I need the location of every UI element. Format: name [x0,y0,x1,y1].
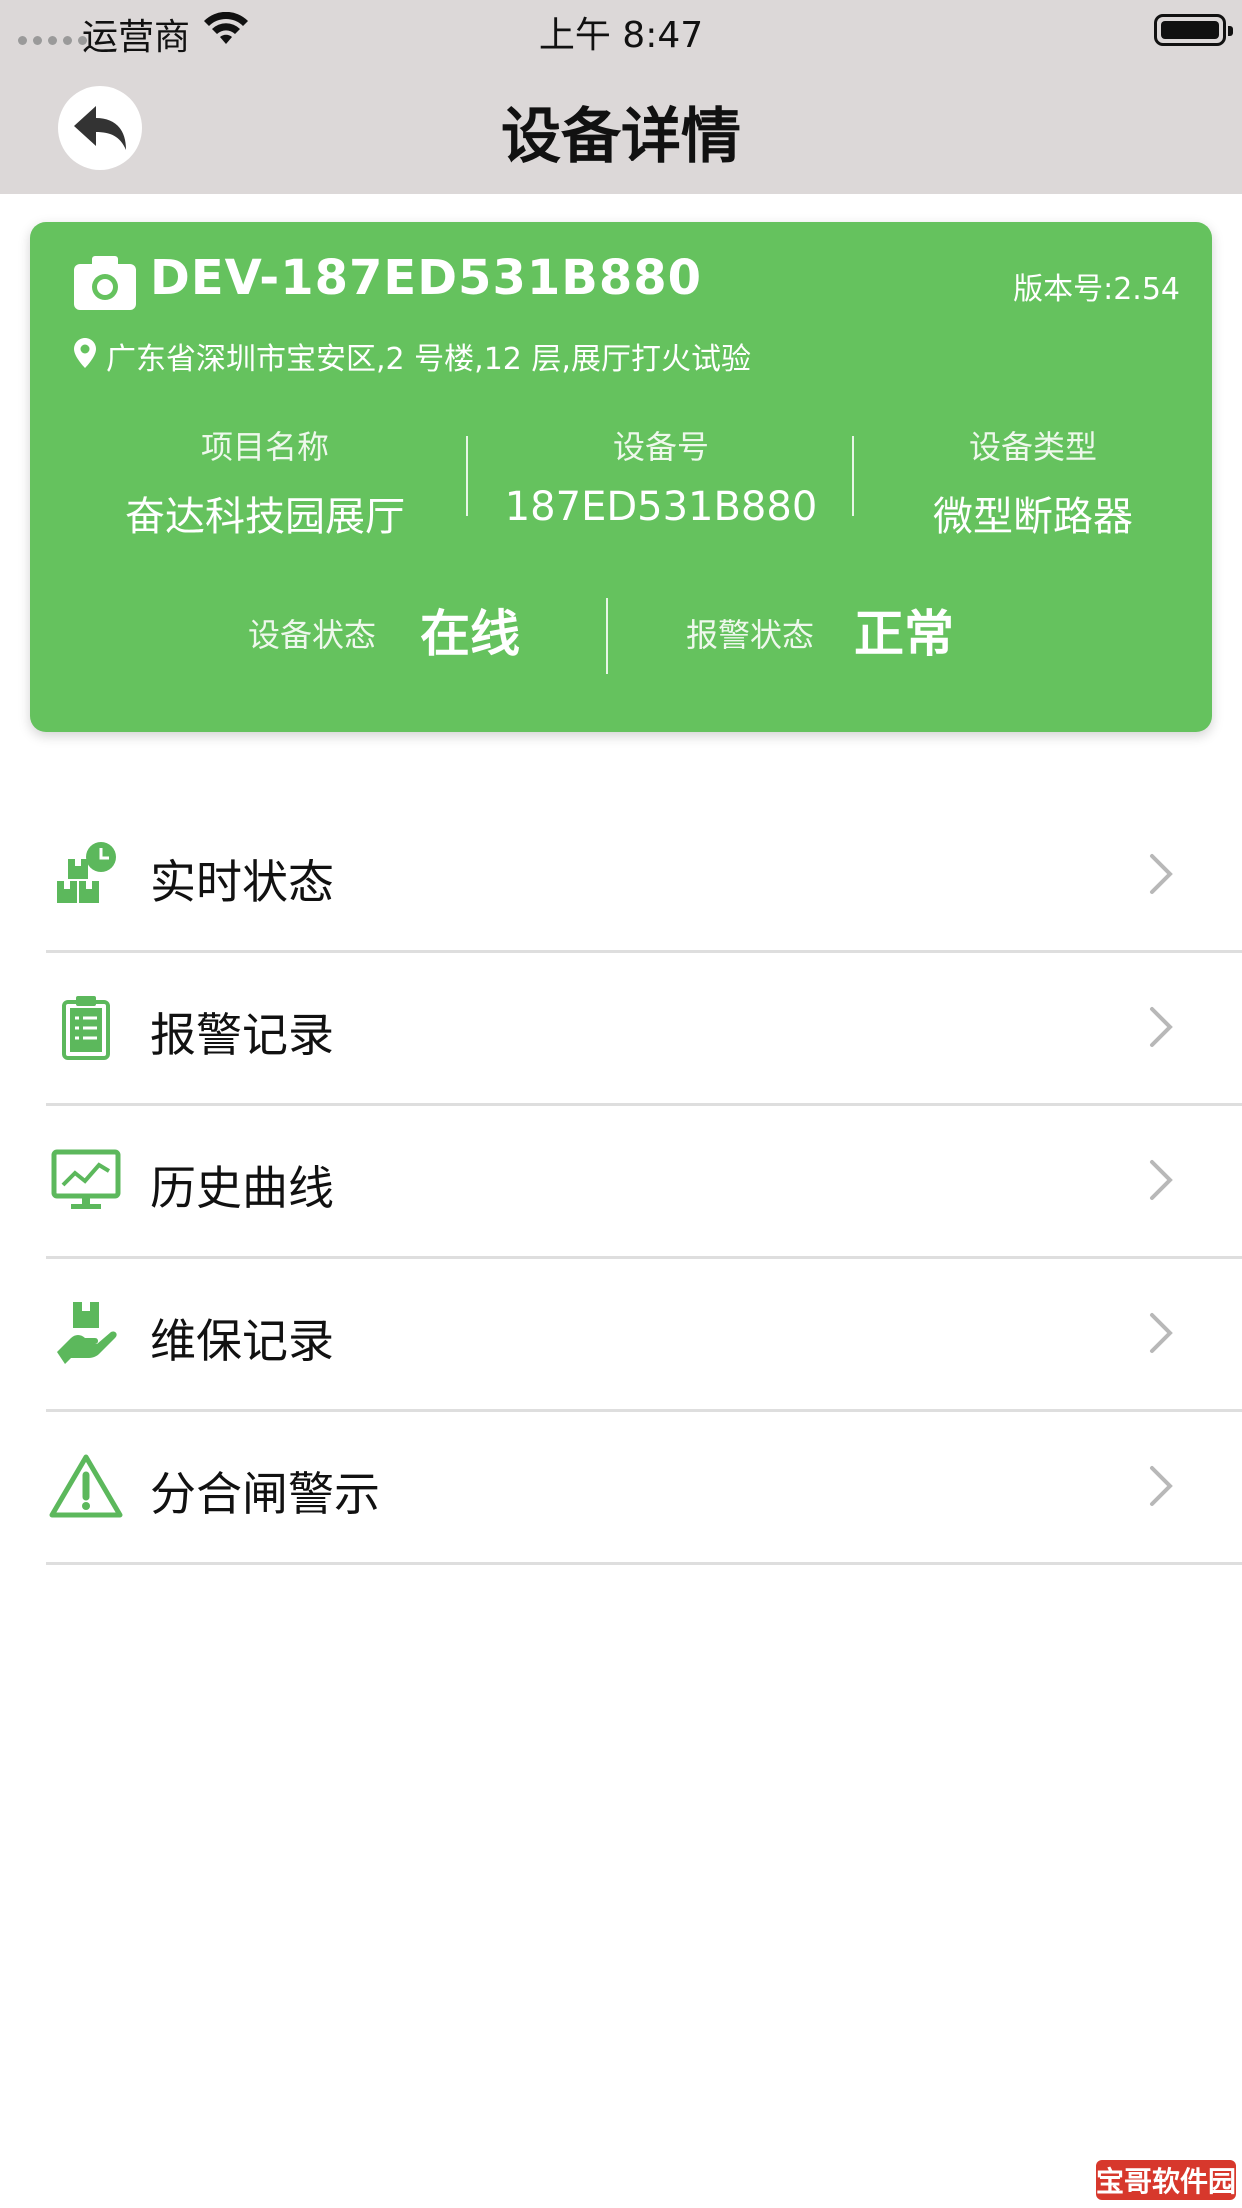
divider [852,436,854,516]
chevron-right-icon [1150,1160,1173,1200]
watermark: 宝哥软件园 [1096,2160,1236,2200]
menu-item-alarm-record[interactable]: 报警记录 [46,953,1242,1106]
chevron-right-icon [1150,854,1173,894]
divider [606,598,608,674]
history-curve-icon [46,1140,126,1220]
device-address: 广东省深圳市宝安区,2 号楼,12 层,展厅打火试验 [106,342,751,377]
chevron-right-icon [1150,1466,1173,1506]
menu-item-maintenance-record[interactable]: 维保记录 [46,1259,1242,1412]
clock: 上午 8:47 [538,15,704,56]
warning-icon [46,1446,126,1526]
divider [466,436,468,516]
device-type-label: 设备类型 [968,428,1097,466]
device-info-card: DEV-187ED531B880 版本号:2.54 广东省深圳市宝安区,2 号楼… [30,222,1212,732]
alarm-status-value: 正常 [854,605,954,663]
nav-bar: 设备详情 [0,58,1242,194]
camera-icon [74,256,136,310]
device-number-field: 设备号 187ED531B880 [496,422,826,530]
menu-item-label: 历史曲线 [150,1161,334,1215]
version-number: 版本号:2.54 [1013,272,1180,307]
menu-item-switch-warning[interactable]: 分合闸警示 [46,1412,1242,1565]
status-bar: 运营商 上午 8:47 [0,0,1242,58]
device-type-value: 微型断路器 [933,494,1133,540]
device-number-label: 设备号 [612,428,709,466]
device-id: DEV-187ED531B880 [150,250,703,306]
chevron-right-icon [1150,1313,1173,1353]
chevron-right-icon [1150,1007,1173,1047]
page-title: 设备详情 [501,102,741,172]
menu-item-label: 报警记录 [150,1008,334,1062]
battery-icon [1154,14,1233,46]
maintenance-record-icon [46,1293,126,1373]
device-status-label: 设备状态 [248,616,377,654]
project-name-value: 奋达科技园展厅 [125,494,405,540]
project-name-field: 项目名称 奋达科技园展厅 [100,422,430,542]
alarm-record-icon [46,987,126,1067]
device-type-field: 设备类型 微型断路器 [878,422,1188,542]
location-pin-icon [74,338,96,368]
menu-item-realtime-status[interactable]: 实时状态 [46,800,1242,953]
device-number-value: 187ED531B880 [504,484,818,530]
alarm-status-label: 报警状态 [686,616,815,654]
menu-item-label: 分合闸警示 [150,1467,380,1521]
menu-item-history-curve[interactable]: 历史曲线 [46,1106,1242,1259]
project-name-label: 项目名称 [200,428,329,466]
device-status-value: 在线 [420,605,520,663]
realtime-status-icon [46,834,126,914]
menu-item-label: 维保记录 [150,1314,334,1368]
menu-item-label: 实时状态 [150,855,334,909]
